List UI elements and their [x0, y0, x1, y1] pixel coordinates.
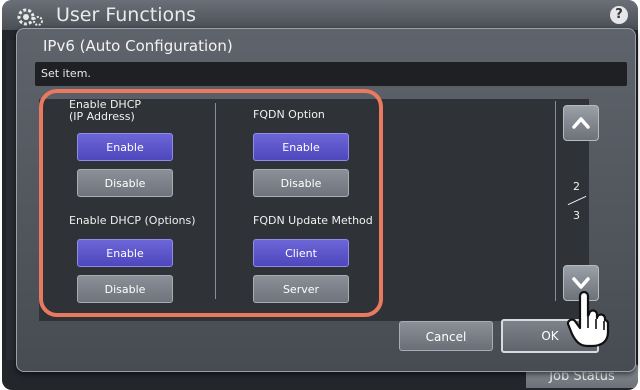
page-total: 3: [573, 209, 580, 222]
page-current: 2: [573, 180, 580, 193]
background-panel-left: [6, 40, 16, 340]
scroll-divider: [555, 101, 556, 301]
app-header: User Functions ?: [2, 0, 638, 30]
gear-icon: [17, 8, 43, 26]
dialog-title: IPv6 (Auto Configuration): [43, 37, 233, 55]
message-bar: Set item.: [35, 62, 627, 86]
help-icon[interactable]: ?: [610, 6, 628, 24]
app-title: User Functions: [56, 4, 197, 26]
ipv6-dialog: IPv6 (Auto Configuration) Set item. Enab…: [16, 28, 636, 372]
page-up-button[interactable]: [563, 105, 599, 141]
cancel-button[interactable]: Cancel: [399, 321, 493, 351]
chevron-up-icon: [572, 117, 590, 129]
hand-pointer-icon: [566, 290, 610, 348]
message-text: Set item.: [41, 67, 91, 80]
chevron-down-icon: [572, 277, 590, 289]
highlight-frame: [39, 89, 383, 317]
